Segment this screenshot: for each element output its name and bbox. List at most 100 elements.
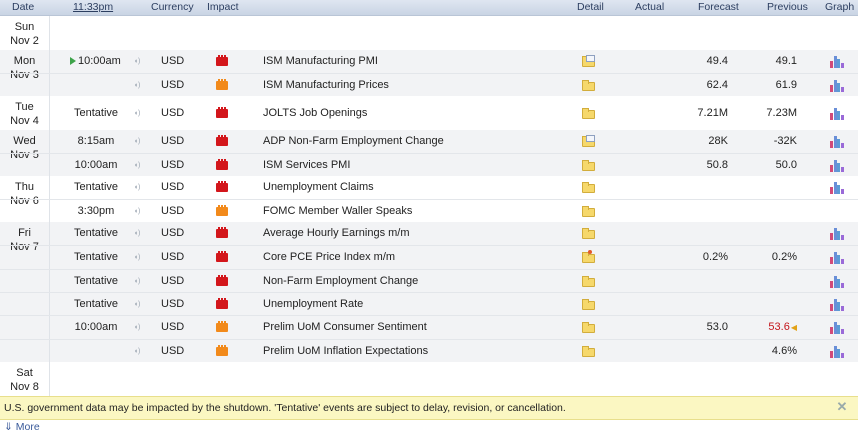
alert-bell-icon[interactable]: ◖) — [133, 74, 141, 97]
event-row[interactable]: 3:30pm ◖) USD FOMC Member Waller Speaks — [0, 199, 858, 223]
alert-bell-icon[interactable]: ◖) — [133, 200, 141, 223]
event-graph[interactable] — [830, 345, 844, 358]
event-actual — [620, 130, 670, 153]
play-icon[interactable] — [70, 57, 76, 65]
event-row[interactable]: Tentative ◖) USD Average Hourly Earnings m/… — [0, 222, 858, 245]
event-row[interactable]: Tentative ◖) USD Unemployment Claims — [0, 176, 858, 199]
event-name[interactable]: ADP Non-Farm Employment Change — [263, 130, 563, 153]
event-name[interactable]: ISM Manufacturing Prices — [263, 74, 563, 97]
graph-icon[interactable] — [830, 275, 844, 288]
detail-folder-icon[interactable] — [582, 55, 595, 67]
event-row[interactable]: ◖) USD ISM Manufacturing Prices 62.4 61.9 — [0, 73, 858, 97]
event-name[interactable]: FOMC Member Waller Speaks — [263, 200, 563, 223]
graph-icon[interactable] — [830, 160, 844, 172]
alert-bell-icon[interactable]: ◖) — [133, 340, 141, 363]
event-graph[interactable] — [830, 160, 844, 172]
event-name[interactable]: Unemployment Rate — [263, 293, 563, 316]
event-detail[interactable] — [582, 322, 595, 334]
event-row[interactable]: Tentative ◖) USD Non-Farm Employment Change — [0, 268, 858, 293]
event-row[interactable]: 10:00am ◖) USD Prelim UoM Consumer Sentimen… — [0, 315, 858, 339]
event-row[interactable]: Tentative ◖) USD Unemployment Rate — [0, 292, 858, 316]
detail-folder-icon[interactable] — [582, 228, 595, 240]
event-time-label: Tentative — [73, 298, 119, 311]
alert-bell-icon[interactable]: ◖) — [133, 246, 141, 269]
event-name[interactable]: Average Hourly Earnings m/m — [263, 222, 563, 245]
event-graph[interactable] — [830, 322, 844, 335]
graph-icon[interactable] — [830, 252, 844, 265]
alert-bell-icon[interactable]: ◖) — [133, 222, 141, 245]
detail-folder-icon[interactable] — [582, 160, 595, 171]
event-name[interactable]: Prelim UoM Inflation Expectations — [263, 340, 563, 363]
detail-folder-icon[interactable] — [582, 322, 595, 334]
event-detail[interactable] — [582, 55, 595, 67]
event-detail[interactable] — [582, 107, 595, 119]
event-graph[interactable] — [830, 275, 844, 288]
event-graph[interactable] — [830, 299, 844, 312]
detail-folder-icon[interactable] — [582, 275, 595, 287]
event-graph[interactable] — [830, 80, 844, 92]
event-row[interactable]: 8:15am ◖) USD ADP Non-Farm Employment Chang… — [0, 130, 858, 153]
detail-folder-icon[interactable] — [582, 107, 595, 119]
detail-folder-icon[interactable] — [582, 80, 595, 91]
event-name[interactable]: ISM Manufacturing PMI — [263, 50, 563, 73]
event-previous — [740, 176, 797, 199]
event-name[interactable]: JOLTS Job Openings — [263, 102, 563, 125]
detail-folder-icon[interactable] — [582, 299, 595, 311]
alert-bell-icon[interactable]: ◖) — [133, 316, 141, 339]
event-detail[interactable] — [582, 345, 595, 357]
impact-indicator — [216, 251, 228, 263]
alert-bell-icon[interactable]: ◖) — [133, 50, 141, 73]
event-name[interactable]: Non-Farm Employment Change — [263, 270, 563, 293]
graph-icon[interactable] — [830, 80, 844, 92]
event-name[interactable]: Prelim UoM Consumer Sentiment — [263, 316, 563, 339]
event-name[interactable]: ISM Services PMI — [263, 154, 563, 177]
alert-bell-icon[interactable]: ◖) — [133, 102, 141, 125]
alert-bell-icon[interactable]: ◖) — [133, 130, 141, 153]
alert-bell-icon[interactable]: ◖) — [133, 293, 141, 316]
graph-icon[interactable] — [830, 322, 844, 335]
event-detail[interactable] — [582, 250, 595, 264]
detail-folder-icon[interactable] — [582, 345, 595, 357]
event-detail[interactable] — [582, 206, 595, 217]
event-detail[interactable] — [582, 135, 595, 147]
alert-bell-icon[interactable]: ◖) — [133, 176, 141, 199]
event-row[interactable]: ◖) USD Prelim UoM Inflation Expectations 4.… — [0, 338, 858, 363]
detail-folder-icon[interactable] — [582, 135, 595, 147]
event-detail[interactable] — [582, 299, 595, 311]
event-row[interactable]: 10:00am ◖) USD ISM Services PMI 50.8 50.0 — [0, 153, 858, 177]
event-graph[interactable] — [830, 136, 844, 148]
event-row[interactable]: Tentative ◖) USD Core PCE Price Index m/m 0.… — [0, 245, 858, 269]
event-graph[interactable] — [830, 252, 844, 265]
event-previous: 53.6◀ — [740, 316, 797, 339]
graph-icon[interactable] — [830, 136, 844, 148]
close-icon[interactable]: ✕ — [836, 400, 848, 413]
detail-folder-icon[interactable] — [582, 250, 595, 264]
graph-icon[interactable] — [830, 228, 844, 241]
event-time-label: Tentative — [73, 274, 119, 287]
event-detail[interactable] — [582, 228, 595, 240]
event-name[interactable]: Core PCE Price Index m/m — [263, 246, 563, 269]
event-row[interactable]: 10:00am ◖) USD ISM Manufacturing PMI 49.4 49.… — [0, 50, 858, 73]
detail-folder-icon[interactable] — [582, 206, 595, 217]
event-detail[interactable] — [582, 182, 595, 193]
event-detail[interactable] — [582, 160, 595, 171]
graph-icon[interactable] — [830, 345, 844, 358]
detail-folder-icon[interactable] — [582, 182, 595, 193]
graph-icon[interactable] — [830, 56, 844, 68]
event-name[interactable]: Unemployment Claims — [263, 176, 563, 199]
graph-icon[interactable] — [830, 107, 844, 120]
alert-bell-icon[interactable]: ◖) — [133, 154, 141, 177]
event-graph[interactable] — [830, 56, 844, 68]
event-graph[interactable] — [830, 182, 844, 194]
event-graph[interactable] — [830, 107, 844, 120]
event-detail[interactable] — [582, 80, 595, 91]
event-detail[interactable] — [582, 275, 595, 287]
event-row[interactable]: Tentative ◖) USD JOLTS Job Openings 7.21M 7.2… — [0, 96, 858, 130]
header-time[interactable]: 11:33pm — [73, 1, 113, 13]
graph-icon[interactable] — [830, 299, 844, 312]
alert-bell-icon[interactable]: ◖) — [133, 270, 141, 293]
more-link[interactable]: ⇓ More — [4, 421, 40, 433]
impact-icon — [216, 344, 228, 356]
graph-icon[interactable] — [830, 182, 844, 194]
event-graph[interactable] — [830, 228, 844, 241]
